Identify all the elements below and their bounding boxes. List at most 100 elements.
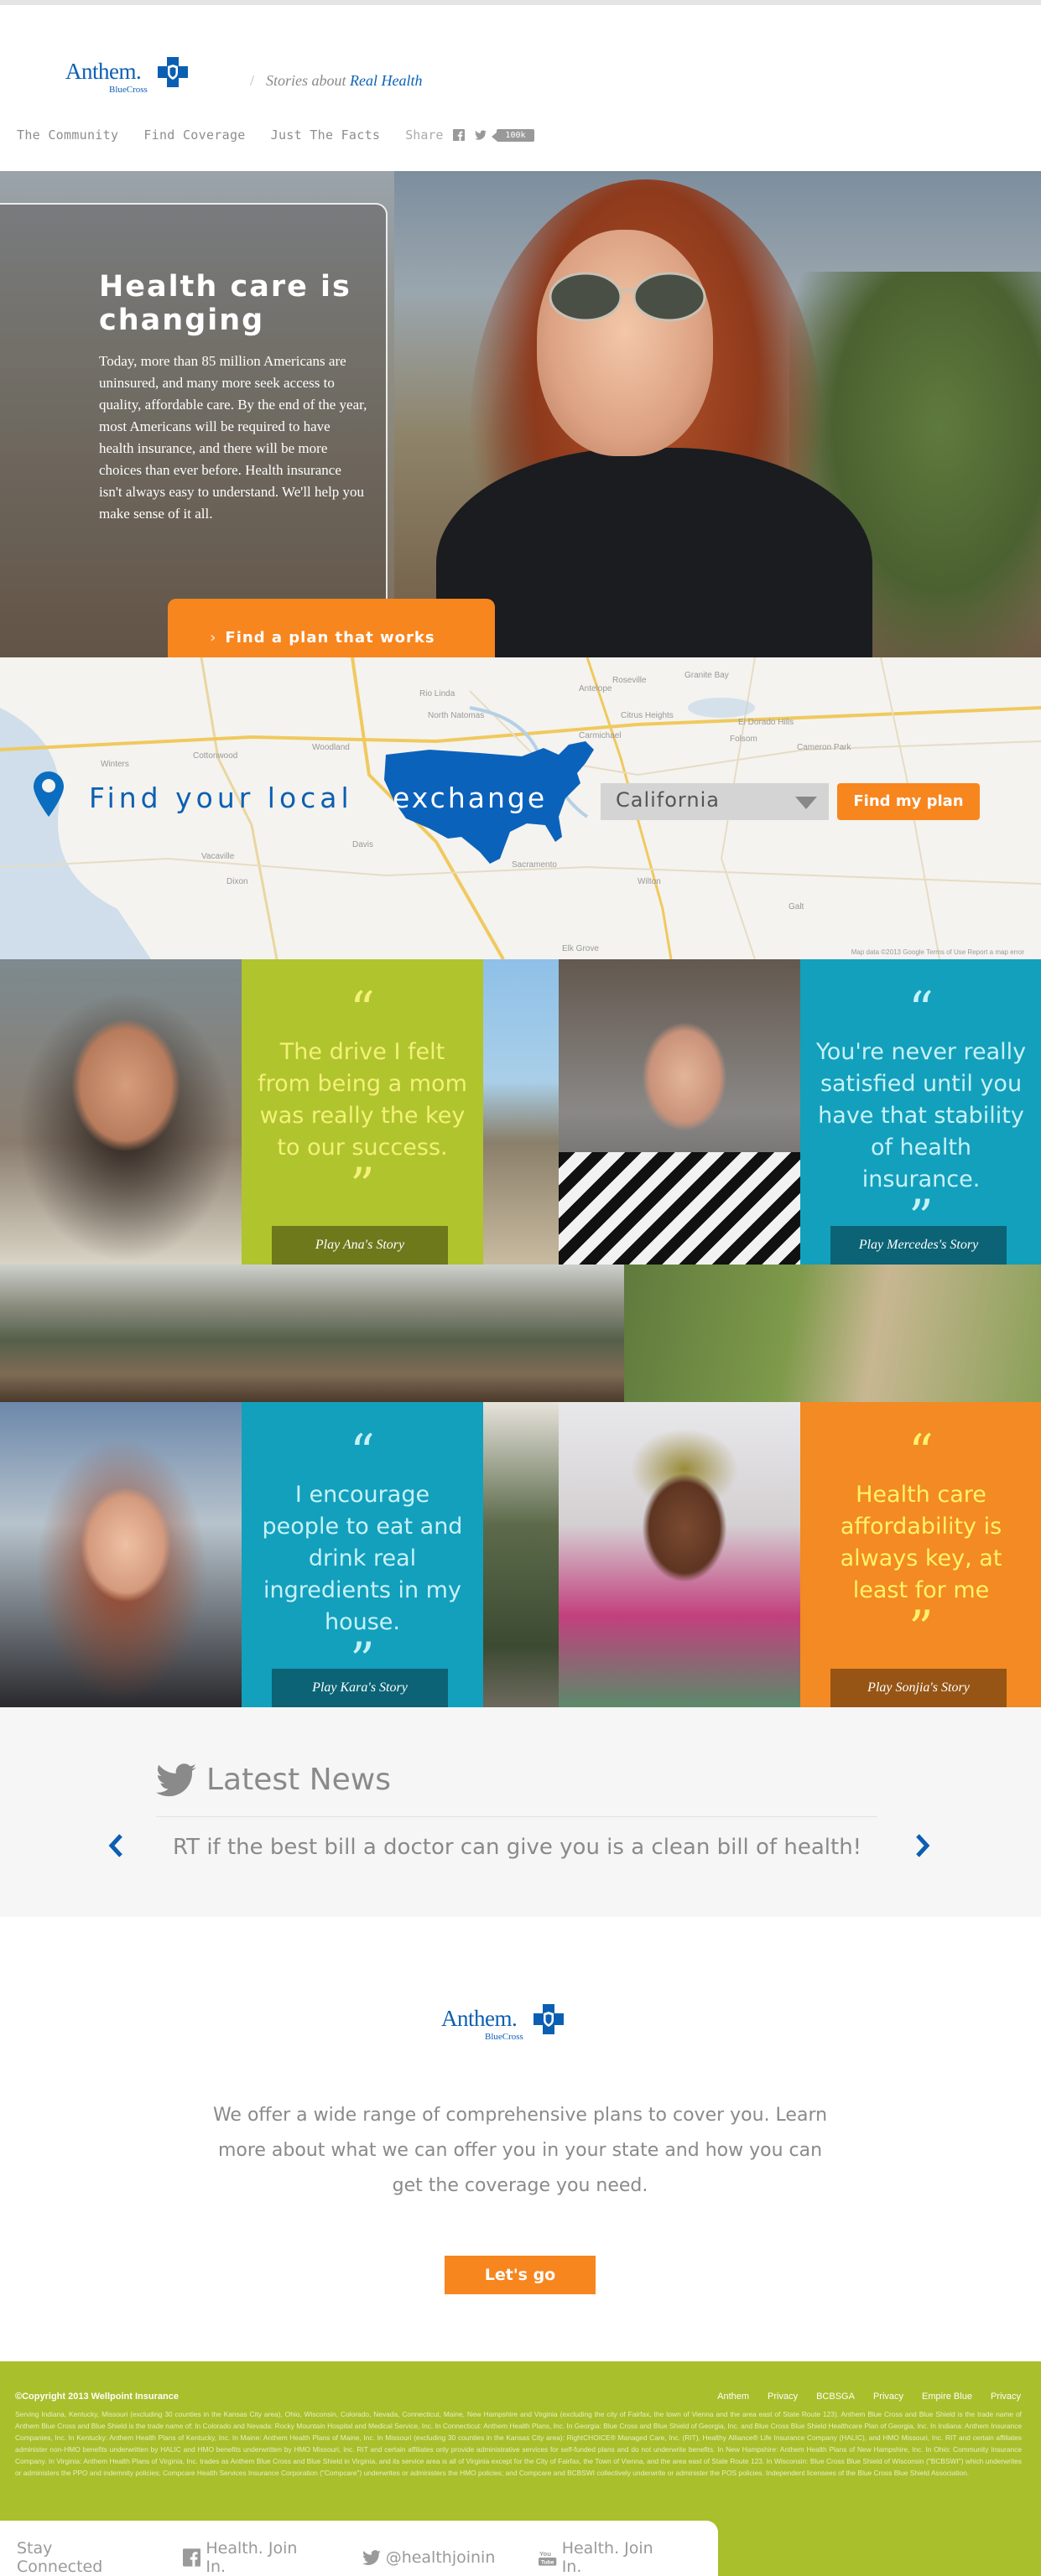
map-credit[interactable]: Map data ©2013 Google Terms of Use Repor… (851, 948, 1024, 956)
legal-text: Serving Indiana, Kentucky, Missouri (exc… (15, 2410, 1022, 2477)
svg-text:North Natomas: North Natomas (428, 711, 484, 720)
svg-text:Granite Bay: Granite Bay (684, 671, 729, 680)
site-header: Anthem. BlueCross / Stories about Real He… (0, 5, 1041, 171)
latest-tweet[interactable]: RT if the best bill a doctor can give yo… (173, 1835, 861, 1860)
nav-the-community[interactable]: The Community (17, 127, 118, 143)
kara-quote: I encourage people to eat and drink real… (262, 1482, 463, 1635)
sonjia-quote: Health care affordability is always key,… (840, 1482, 1002, 1603)
mercedes-photo[interactable] (559, 959, 800, 1265)
share-label: Share (405, 127, 444, 143)
svg-text:Elk Grove: Elk Grove (562, 944, 599, 953)
stories-grid: “ The drive I felt from being a mom was … (0, 959, 1041, 1707)
svg-text:Rio Linda: Rio Linda (419, 689, 455, 699)
play-kara-story-button[interactable]: Play Kara's Story (272, 1669, 448, 1707)
svg-text:Woodland: Woodland (312, 743, 350, 752)
site-footer: ©Copyright 2013 Wellpoint Insurance Anth… (0, 2361, 1041, 2576)
find-plan-button[interactable]: › Find a plan that works (168, 599, 495, 657)
blue-cross-shield-icon (158, 57, 188, 87)
sonjia-photo[interactable] (559, 1402, 800, 1707)
svg-text:Winters: Winters (101, 760, 129, 769)
main-nav: The Community Find Coverage Just The Fac… (17, 127, 534, 143)
play-sonjia-story-button[interactable]: Play Sonjia's Story (830, 1669, 1007, 1707)
twitter-icon (362, 2550, 381, 2565)
hero-title: Health care is changing (99, 270, 351, 337)
svg-text:Vacaville: Vacaville (201, 852, 235, 861)
stay-connected-label: Stay Connected (17, 2539, 103, 2576)
facebook-icon (183, 2548, 201, 2567)
sunglasses-icon (549, 272, 706, 322)
close-quote-icon: ” (350, 1157, 375, 1214)
site-tagline: / Stories about Real Health (250, 72, 423, 89)
chevron-right-icon[interactable] (914, 1833, 931, 1858)
copyright: ©Copyright 2013 Wellpoint Insurance (15, 2392, 179, 2402)
svg-text:Folsom: Folsom (730, 735, 757, 744)
waterfront-photo (483, 959, 559, 1265)
garden-arch-photo (0, 1265, 624, 1402)
footer-link-anthem[interactable]: Anthem (717, 2392, 749, 2402)
anthem-logo-footer[interactable]: Anthem. BlueCross (441, 2002, 567, 2044)
caret-down-icon (795, 797, 817, 809)
share-bar: Share 100k (405, 127, 534, 143)
facebook-link[interactable]: Health. Join In. (183, 2539, 319, 2576)
mercedes-quote-card: “ You're never really satisfied until yo… (800, 959, 1041, 1265)
svg-text:Cottonwood: Cottonwood (193, 751, 237, 761)
svg-text:Davis: Davis (352, 840, 373, 849)
play-ana-story-button[interactable]: Play Ana's Story (272, 1226, 448, 1265)
footer-link-bcbsga[interactable]: BCBSGA (816, 2392, 855, 2402)
svg-text:Antelope: Antelope (579, 684, 612, 693)
svg-text:El Dorado Hills: El Dorado Hills (738, 718, 794, 727)
promo-text: We offer a wide range of comprehensive p… (212, 2105, 828, 2196)
state-select[interactable]: California (601, 783, 829, 820)
svg-text:Dixon: Dixon (226, 877, 248, 886)
close-quote-icon: ” (908, 1600, 934, 1657)
svg-text:Wilton: Wilton (638, 877, 661, 886)
nav-just-the-facts[interactable]: Just The Facts (271, 127, 381, 143)
latest-news-title: Latest News (156, 1763, 391, 1797)
hero-woman-face (537, 230, 713, 456)
open-quote-icon: “ (908, 1424, 934, 1481)
svg-text:Citrus Heights: Citrus Heights (621, 711, 674, 720)
share-count-badge: 100k (492, 128, 534, 142)
lets-go-button[interactable]: Let's go (445, 2256, 596, 2294)
svg-text:Galt: Galt (789, 902, 804, 911)
ana-quote: The drive I felt from being a mom was re… (258, 1039, 467, 1161)
anthem-logo[interactable]: Anthem. BlueCross (65, 55, 191, 97)
garden-path-photo (624, 1265, 1041, 1402)
nav-find-coverage[interactable]: Find Coverage (143, 127, 245, 143)
open-quote-icon: “ (908, 981, 934, 1038)
news-divider (156, 1816, 877, 1817)
twitter-link[interactable]: @healthjoinin (362, 2548, 495, 2567)
twitter-icon[interactable] (475, 129, 487, 141)
hero-banner: Health care is changing Today, more than… (0, 171, 1041, 657)
svg-text:Cameron Park: Cameron Park (797, 743, 851, 752)
svg-text:Roseville: Roseville (612, 676, 647, 685)
find-exchange-title: Find your local (89, 782, 353, 814)
svg-text:You: You (539, 2550, 551, 2558)
youtube-icon: You Tube (539, 2550, 557, 2566)
map-pin-icon (34, 771, 64, 817)
play-mercedes-story-button[interactable]: Play Mercedes's Story (830, 1226, 1007, 1265)
kara-quote-card: “ I encourage people to eat and drink re… (242, 1402, 483, 1707)
footer-link-privacy[interactable]: Privacy (991, 2392, 1021, 2402)
ana-photo[interactable] (0, 959, 242, 1265)
open-quote-icon: “ (350, 1424, 375, 1481)
ana-quote-card: “ The drive I felt from being a mom was … (242, 959, 483, 1265)
stay-connected-bar: Stay Connected Health. Join In. @healthj… (0, 2521, 718, 2576)
footer-link-empire-blue[interactable]: Empire Blue (922, 2392, 972, 2402)
kara-photo[interactable] (0, 1402, 242, 1707)
footer-link-privacy[interactable]: Privacy (873, 2392, 903, 2402)
hero-woman-jacket (436, 448, 872, 657)
chevron-left-icon[interactable] (107, 1833, 124, 1858)
facebook-icon[interactable] (453, 129, 466, 141)
chevron-right-icon: › (210, 629, 217, 647)
find-my-plan-button[interactable]: Find my plan (837, 783, 980, 820)
sonjia-quote-card: “ Health care affordability is always ke… (800, 1402, 1041, 1707)
exchange-highlight: exchange (393, 782, 548, 814)
archway-photo (483, 1402, 559, 1707)
youtube-link[interactable]: You Tube Health. Join In. (539, 2539, 674, 2576)
coverage-promo-section: Anthem. BlueCross We offer a wide range … (0, 1917, 1041, 2361)
svg-text:Tube: Tube (541, 2560, 554, 2566)
footer-link-privacy[interactable]: Privacy (768, 2392, 798, 2402)
mercedes-quote: You're never really satisfied until you … (815, 1039, 1027, 1192)
hero-body-text: Today, more than 85 million Americans ar… (99, 353, 367, 522)
